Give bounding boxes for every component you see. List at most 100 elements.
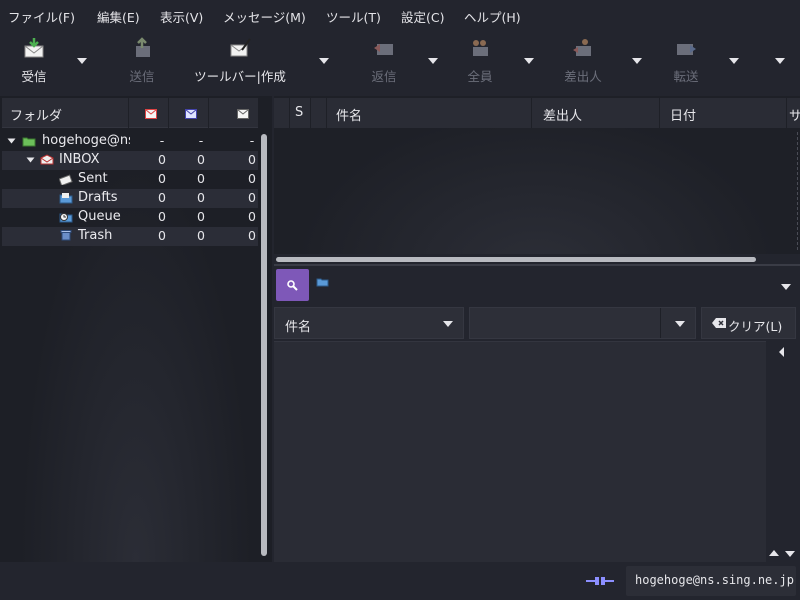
search-options-dropdown-icon[interactable] [781, 284, 791, 290]
search-field-value: 件名 [285, 320, 312, 335]
sent-icon [59, 174, 73, 185]
reply-sender-dropdown-icon[interactable] [632, 58, 642, 64]
trash-total: 0 [248, 228, 256, 243]
date-column-header[interactable]: 日付 [659, 98, 786, 128]
receive-dropdown-icon[interactable] [77, 58, 87, 64]
send-button[interactable]: 送信 [118, 36, 166, 86]
message-list-vscroll-track [797, 132, 798, 250]
sent-total: 0 [248, 171, 256, 186]
folder-column-header[interactable]: フォルダ [2, 98, 129, 128]
message-list[interactable]: S 件名 差出人 日付 サ [274, 96, 800, 254]
folder-row-trash[interactable]: Trash 0 0 0 [2, 227, 258, 246]
size-column-header[interactable]: サ [786, 98, 800, 128]
search-toggle-button[interactable] [276, 269, 309, 301]
account-name: hogehoge@ns [42, 133, 130, 148]
compose-dropdown-icon[interactable] [319, 58, 329, 64]
folder-row-drafts[interactable]: Drafts 0 0 0 [2, 189, 258, 208]
from-column-label: 差出人 [543, 109, 583, 124]
new-mail-icon [185, 109, 197, 119]
menu-view[interactable]: 表示(V) [160, 7, 203, 26]
folder-row-account[interactable]: hogehoge@ns - - - [2, 132, 258, 151]
send-label: 送信 [129, 69, 155, 84]
reply-dropdown-icon[interactable] [428, 58, 438, 64]
forward-dropdown-icon[interactable] [729, 58, 739, 64]
toolbar: 受信 送信 ツールバー|作成 返信 全員 差出人 転送 [0, 30, 800, 92]
unread-mail-icon [145, 109, 157, 119]
forward-label: 転送 [673, 69, 699, 84]
sent-unread: 0 [158, 171, 166, 186]
collapse-left-icon[interactable] [779, 347, 784, 357]
status-account-button[interactable]: hogehoge@ns.sing.ne.jp [626, 566, 796, 596]
menu-file[interactable]: ファイル(F) [8, 7, 75, 26]
scroll-up-icon[interactable] [769, 550, 779, 556]
folder-header-label: フォルダ [10, 109, 63, 124]
menu-settings[interactable]: 設定(C) [401, 7, 444, 26]
mark-column-header[interactable] [274, 98, 289, 128]
menu-tools[interactable]: ツール(T) [326, 7, 381, 26]
reply-button[interactable]: 返信 [360, 36, 408, 86]
toolbar-overflow-icon[interactable] [775, 58, 785, 64]
folder-row-queue[interactable]: Queue 0 0 0 [2, 208, 258, 227]
folder-open-icon[interactable] [316, 277, 330, 287]
attachment-column-header[interactable] [310, 98, 326, 128]
search-history-chevron-down-icon[interactable] [675, 321, 685, 327]
receive-label: 受信 [21, 69, 47, 84]
drafts-new: 0 [197, 190, 205, 205]
search-field-chevron-down-icon [443, 321, 453, 327]
unread-column-header[interactable] [129, 98, 169, 128]
offline-connection-icon[interactable] [586, 575, 614, 587]
reply-sender-label: 差出人 [564, 69, 602, 84]
menubar: ファイル(F) 編集(E) 表示(V) メッセージ(M) ツール(T) 設定(C… [0, 0, 800, 30]
forward-icon [677, 44, 696, 55]
expand-arrow-icon[interactable] [7, 138, 16, 144]
reply-all-button[interactable]: 全員 [456, 36, 504, 86]
compose-button[interactable]: ツールバー|作成 [190, 36, 290, 86]
compose-label: ツールバー|作成 [194, 69, 286, 84]
menu-help[interactable]: ヘルプ(H) [464, 7, 521, 26]
compose-icon [230, 38, 251, 57]
folder-row-sent[interactable]: Sent 0 0 0 [2, 170, 258, 189]
size-column-label: サ [789, 105, 800, 124]
total-mail-icon [237, 109, 249, 119]
drafts-icon [59, 193, 73, 204]
search-input[interactable] [469, 307, 696, 339]
search-field-select[interactable]: 件名 [274, 307, 464, 339]
pane-splitter[interactable] [274, 264, 800, 266]
reply-sender-button[interactable]: 差出人 [559, 36, 607, 86]
folder-scrollbar[interactable] [261, 134, 267, 556]
folder-name-queue: Queue [78, 209, 121, 224]
folder-panel: フォルダ hogehoge@ns - - - INBOX 0 0 0 Sent … [0, 96, 272, 562]
menu-message[interactable]: メッセージ(M) [223, 7, 306, 26]
account-new: - [198, 133, 204, 148]
trash-icon [60, 230, 72, 241]
reply-sender-icon [573, 39, 591, 56]
folder-row-inbox[interactable]: INBOX 0 0 0 [2, 151, 258, 170]
receive-button[interactable]: 受信 [10, 36, 58, 86]
status-column-header[interactable]: S [289, 98, 310, 128]
subject-column-header[interactable]: 件名 [326, 98, 531, 128]
status-account-label: hogehoge@ns.sing.ne.jp [635, 573, 794, 587]
clear-button[interactable]: クリア(L) [701, 307, 796, 339]
message-view[interactable] [274, 341, 766, 562]
backspace-icon [712, 318, 726, 328]
inbox-total: 0 [248, 152, 256, 167]
subject-column-label: 件名 [336, 109, 363, 124]
send-icon [136, 37, 150, 57]
inbox-expand-arrow-icon[interactable] [26, 157, 35, 163]
reply-all-dropdown-icon[interactable] [524, 58, 534, 64]
message-list-hscrollbar[interactable] [276, 257, 756, 262]
total-column-header[interactable] [209, 98, 258, 128]
forward-button[interactable]: 転送 [662, 36, 710, 86]
scroll-down-icon[interactable] [785, 551, 795, 557]
inbox-icon [40, 154, 54, 165]
reply-all-label: 全員 [467, 69, 493, 84]
trash-unread: 0 [158, 228, 166, 243]
inbox-new: 0 [197, 152, 205, 167]
reply-all-icon [473, 40, 488, 56]
from-column-header[interactable]: 差出人 [531, 98, 659, 128]
reply-label: 返信 [371, 69, 397, 84]
account-total: - [249, 133, 255, 148]
queue-total: 0 [248, 209, 256, 224]
new-column-header[interactable] [169, 98, 209, 128]
menu-edit[interactable]: 編集(E) [97, 7, 140, 26]
